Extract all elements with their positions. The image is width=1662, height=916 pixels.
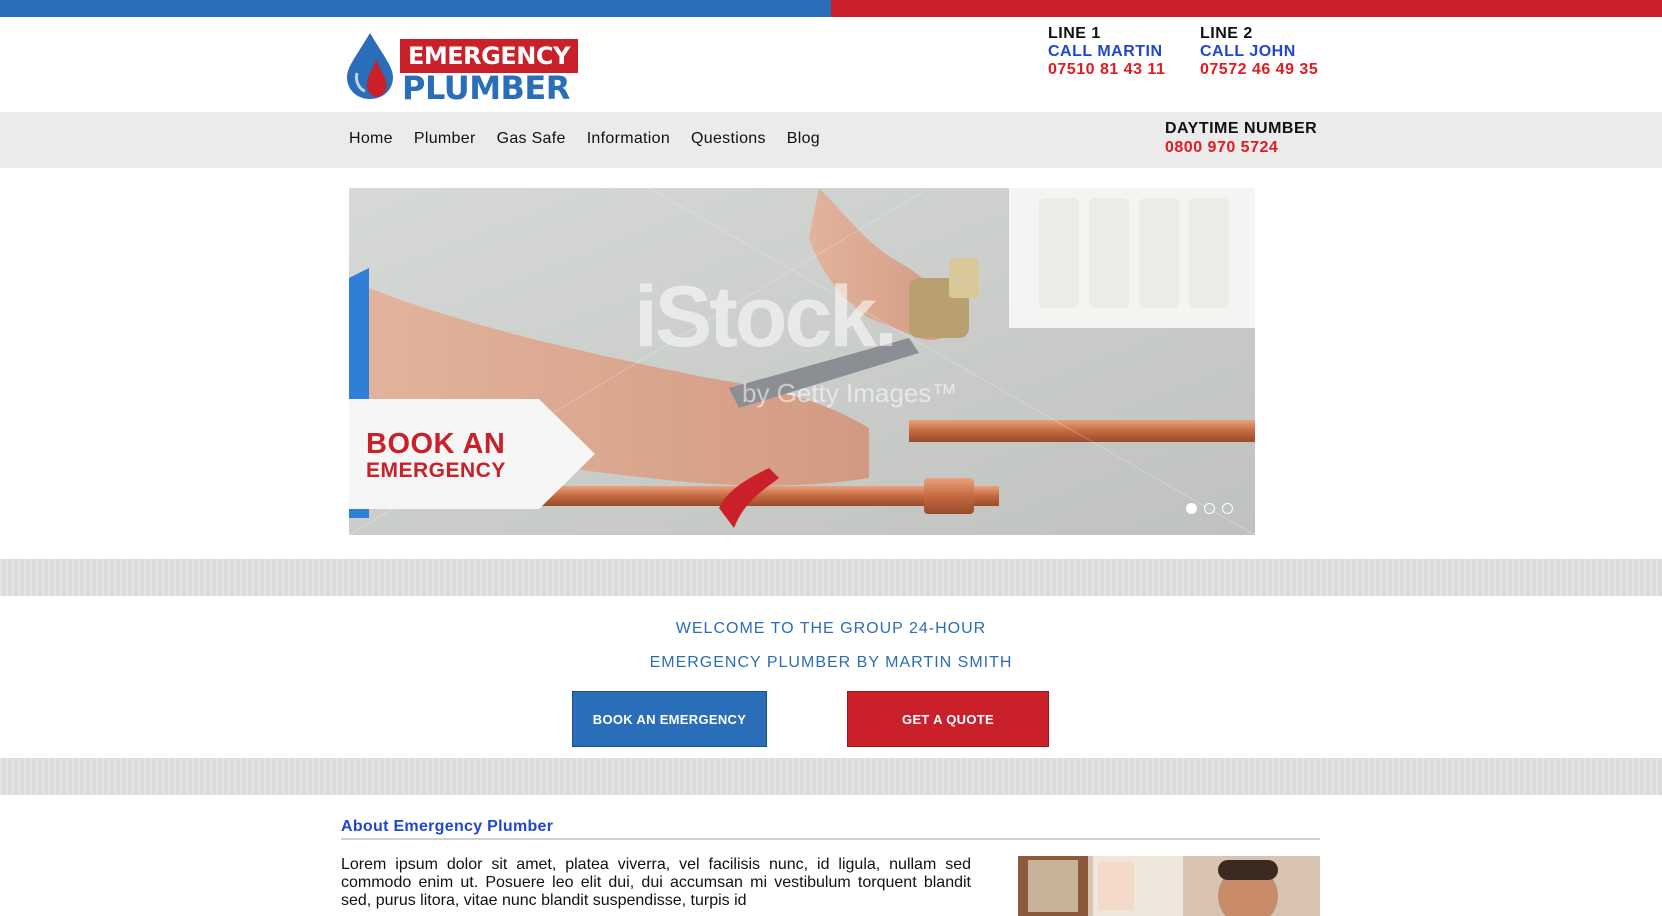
welcome-line-2: EMERGENCY PLUMBER BY MARTIN SMITH bbox=[649, 654, 1013, 671]
main-nav: Home Plumber Gas Safe Information Questi… bbox=[0, 112, 1662, 168]
watermark-text: iStock. bbox=[634, 269, 898, 365]
contact-line-2: LINE 2 CALL JOHN 07572 46 49 35 bbox=[1200, 25, 1318, 79]
contact-phone[interactable]: 07572 46 49 35 bbox=[1200, 61, 1318, 79]
contact-line-1: LINE 1 CALL MARTIN 07510 81 43 11 bbox=[1048, 25, 1165, 79]
nav-item-gas-safe[interactable]: Gas Safe bbox=[497, 130, 566, 148]
top-bar-blue bbox=[0, 0, 831, 17]
get-quote-button[interactable]: GET A QUOTE bbox=[847, 691, 1049, 747]
about-divider bbox=[341, 838, 1320, 840]
nav-item-questions[interactable]: Questions bbox=[691, 130, 766, 148]
slider-dot-1[interactable] bbox=[1186, 503, 1197, 514]
top-color-bar bbox=[0, 0, 1662, 17]
contact-line-label: LINE 1 bbox=[1048, 25, 1101, 42]
about-paragraph: Lorem ipsum dolor sit amet, platea viver… bbox=[341, 856, 971, 909]
about-heading: About Emergency Plumber bbox=[341, 818, 554, 835]
hero-slider[interactable]: iStock. by Getty Images™ BOOK AN EMERGEN… bbox=[349, 188, 1255, 535]
nav-item-information[interactable]: Information bbox=[587, 130, 670, 148]
nav-item-home[interactable]: Home bbox=[349, 130, 393, 148]
slider-dot-3[interactable] bbox=[1222, 503, 1233, 514]
banner-text-line2: EMERGENCY bbox=[366, 459, 506, 482]
contact-call-link[interactable]: CALL MARTIN bbox=[1048, 43, 1165, 61]
site-logo[interactable]: EMERGENCY PLUMBER bbox=[347, 27, 578, 107]
slider-dots bbox=[1186, 503, 1233, 514]
contact-call-link[interactable]: CALL JOHN bbox=[1200, 43, 1318, 61]
logo-word-plumber: PLUMBER bbox=[402, 69, 570, 107]
contact-phone[interactable]: 07510 81 43 11 bbox=[1048, 61, 1165, 79]
nav-item-blog[interactable]: Blog bbox=[787, 130, 820, 148]
daytime-label: DAYTIME NUMBER bbox=[1165, 120, 1318, 137]
plumber-photo bbox=[1018, 856, 1320, 916]
contact-line-label: LINE 2 bbox=[1200, 25, 1253, 42]
daytime-phone[interactable]: 0800 970 5724 bbox=[1165, 138, 1317, 157]
book-emergency-button[interactable]: BOOK AN EMERGENCY bbox=[572, 691, 767, 747]
flame-drop-icon bbox=[347, 33, 393, 99]
banner-text-line1: BOOK AN bbox=[366, 428, 506, 460]
nav-menu: Home Plumber Gas Safe Information Questi… bbox=[349, 130, 841, 148]
top-bar-red bbox=[831, 0, 1662, 17]
slider-dot-2[interactable] bbox=[1204, 503, 1215, 514]
welcome-line-1: WELCOME TO THE GROUP 24-HOUR bbox=[675, 620, 987, 637]
watermark-subtext: by Getty Images™ bbox=[742, 378, 958, 408]
texture-band bbox=[0, 758, 1662, 795]
nav-item-plumber[interactable]: Plumber bbox=[414, 130, 476, 148]
daytime-number-block: DAYTIME NUMBER 0800 970 5724 bbox=[1165, 119, 1317, 157]
logo-word-emergency: EMERGENCY bbox=[400, 39, 578, 73]
texture-band bbox=[0, 559, 1662, 596]
site-header: EMERGENCY PLUMBER LINE 1 CALL MARTIN 075… bbox=[0, 17, 1662, 112]
